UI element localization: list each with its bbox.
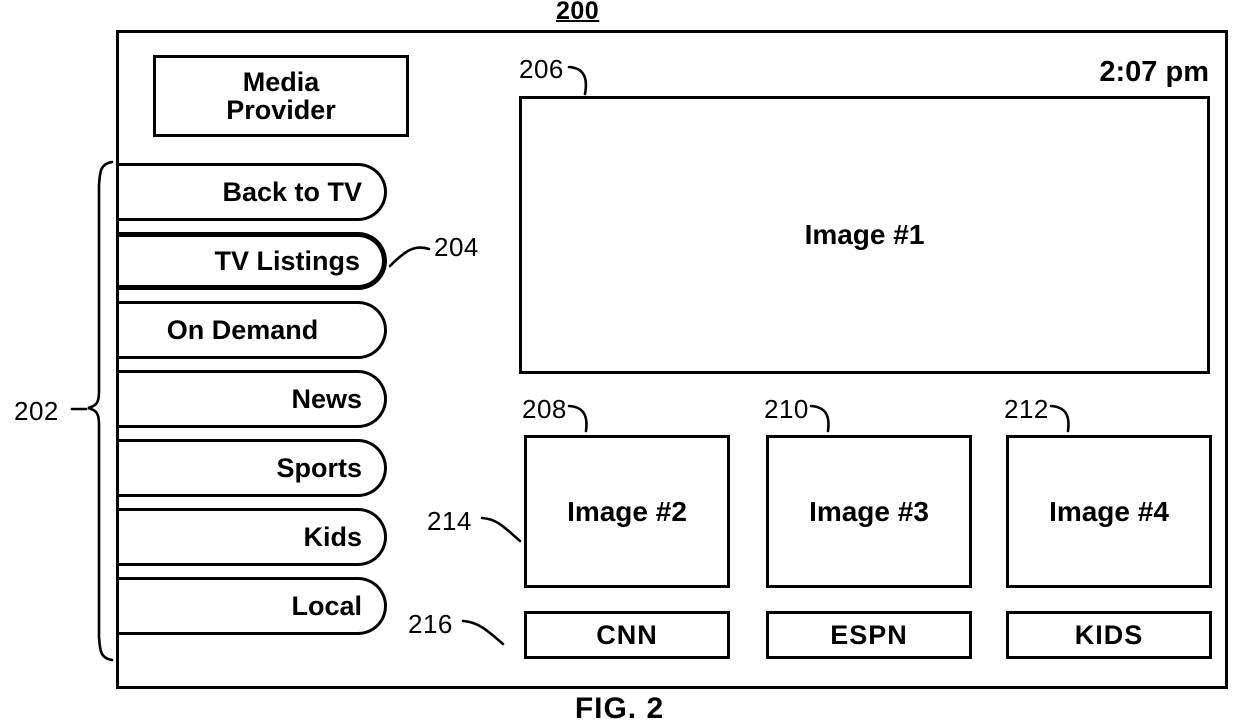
clock-display: 2:07 pm (1099, 56, 1209, 88)
sidebar-item-back-to-tv[interactable]: Back to TV (119, 163, 387, 221)
reference-numeral-204: 204 (434, 232, 479, 262)
reference-numeral-208: 208 (522, 394, 567, 424)
channel-name-label: CNN (596, 619, 658, 650)
media-provider-line-2: Provider (226, 95, 336, 125)
figure-caption: FIG. 2 (574, 692, 665, 725)
sidebar-item-label: TV Listings (214, 245, 360, 276)
channel-label-box-1[interactable]: CNN (524, 611, 730, 659)
brace-202 (87, 160, 114, 662)
hero-image-tile[interactable]: Image #1 (519, 96, 1210, 374)
sidebar-item-sports[interactable]: Sports (119, 439, 387, 497)
sidebar-item-label: Back to TV (222, 176, 362, 207)
channel-name-label: ESPN (830, 619, 908, 650)
thumbnail-image-label: Image #3 (809, 495, 929, 527)
sidebar-item-label: Local (291, 590, 362, 621)
thumbnail-image-label: Image #4 (1049, 495, 1169, 527)
sidebar: Media Provider Back to TV TV Listings On… (119, 33, 509, 692)
sidebar-item-local[interactable]: Local (119, 577, 387, 635)
channel-label-box-3[interactable]: KIDS (1006, 611, 1212, 659)
figure-stage: 200 Media Provider Back to TV TV Listing… (0, 0, 1239, 725)
reference-numeral-202: 202 (14, 396, 59, 426)
thumbnail-tile-3[interactable]: Image #4 (1006, 435, 1212, 588)
sidebar-item-label: On Demand (166, 314, 319, 345)
sidebar-item-on-demand[interactable]: On Demand (119, 301, 387, 359)
sidebar-item-kids[interactable]: Kids (119, 508, 387, 566)
media-provider-logo-box: Media Provider (153, 55, 409, 137)
thumbnail-image-label: Image #2 (567, 495, 687, 527)
sidebar-item-label: News (291, 383, 362, 414)
reference-numeral-216: 216 (408, 609, 453, 639)
sidebar-item-label: Sports (276, 452, 362, 483)
figure-number-label: 200 (556, 0, 600, 25)
hero-image-label: Image #1 (804, 219, 925, 250)
sidebar-item-label: Kids (303, 521, 362, 552)
sidebar-item-tv-listings[interactable]: TV Listings (119, 232, 387, 290)
channel-name-label: KIDS (1074, 619, 1144, 650)
thumbnail-tile-1[interactable]: Image #2 (524, 435, 730, 588)
reference-numeral-210: 210 (764, 394, 809, 424)
reference-numeral-206: 206 (519, 54, 564, 84)
channel-label-box-2[interactable]: ESPN (766, 611, 972, 659)
reference-numeral-214: 214 (427, 506, 472, 536)
reference-numeral-212: 212 (1004, 394, 1049, 424)
media-provider-line-1: Media (242, 66, 320, 97)
sidebar-item-news[interactable]: News (119, 370, 387, 428)
thumbnail-tile-2[interactable]: Image #3 (766, 435, 972, 588)
device-screen-frame: Media Provider Back to TV TV Listings On… (116, 30, 1228, 689)
